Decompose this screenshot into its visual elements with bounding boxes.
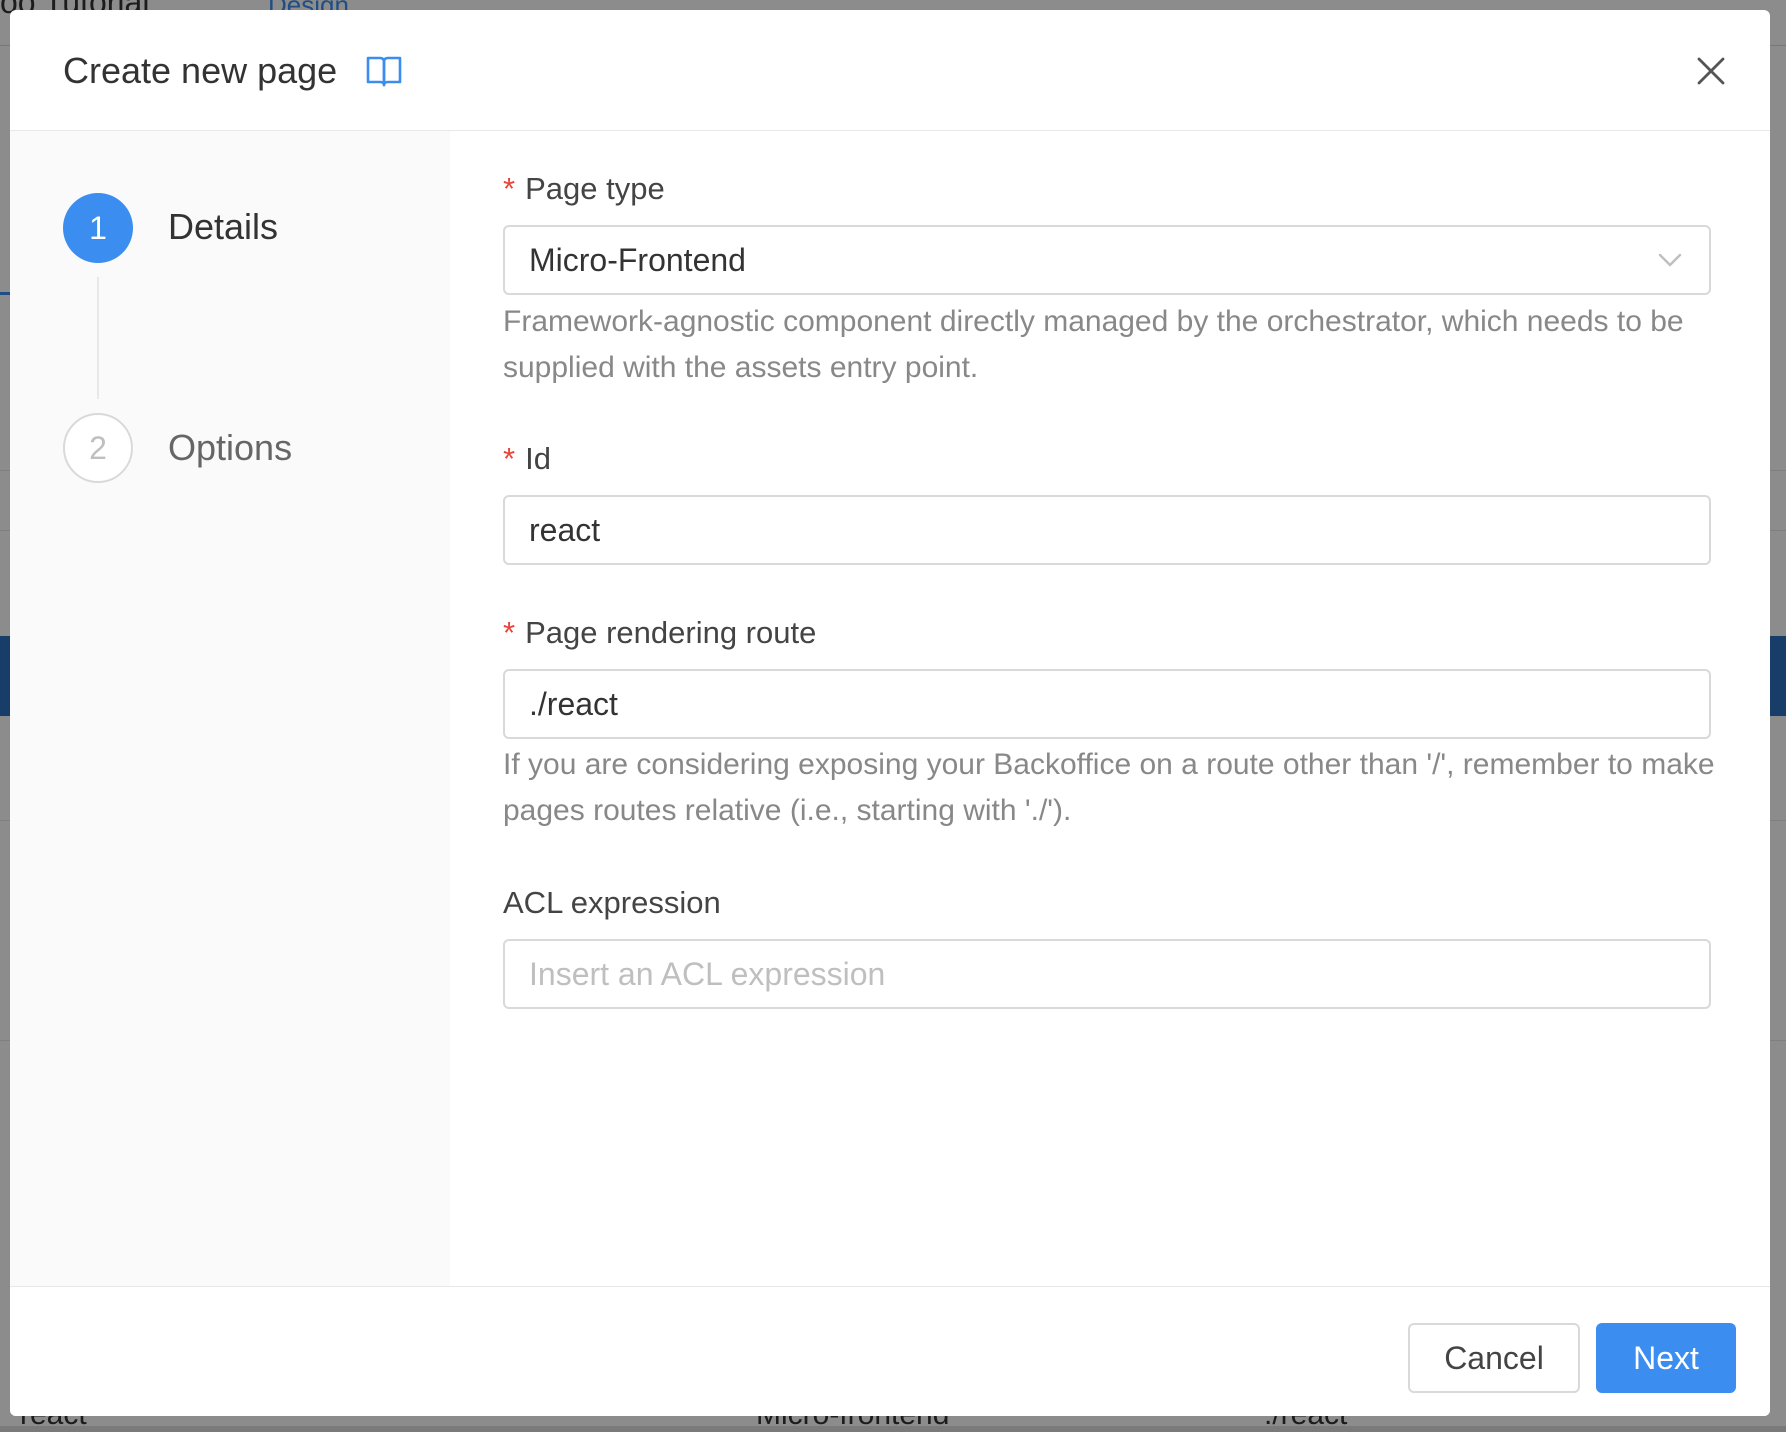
step-2-label[interactable]: Options	[168, 427, 292, 469]
book-icon[interactable]	[366, 54, 402, 88]
route-help: If you are considering exposing your Bac…	[503, 748, 1715, 827]
modal-header: Create new page	[10, 10, 1770, 131]
cancel-button[interactable]: Cancel	[1408, 1323, 1580, 1393]
route-label: * Page rendering route	[503, 615, 816, 651]
step-connector	[97, 277, 99, 399]
acl-input[interactable]: Insert an ACL expression	[503, 939, 1711, 1009]
step-1-label[interactable]: Details	[168, 206, 278, 248]
page-type-value: Micro-Frontend	[529, 241, 746, 278]
id-value: react	[529, 511, 601, 548]
chevron-down-icon	[1658, 253, 1682, 267]
id-label: * Id	[503, 441, 551, 477]
required-mark: *	[503, 441, 516, 476]
modal-title: Create new page	[63, 50, 338, 91]
required-mark: *	[503, 615, 516, 650]
route-label-text: Page rendering route	[525, 615, 817, 650]
id-label-text: Id	[525, 441, 551, 476]
steps-panel: 1 Details 2 Options	[10, 131, 450, 1286]
next-button[interactable]: Next	[1596, 1323, 1736, 1393]
id-input[interactable]: react	[503, 495, 1711, 565]
step-2-indicator[interactable]: 2	[63, 413, 133, 483]
close-icon[interactable]	[1694, 54, 1728, 88]
page-type-help: Framework-agnostic component directly ma…	[503, 305, 1684, 384]
form-area: * Page type Micro-Frontend Framework-agno…	[450, 131, 1770, 1286]
page-type-select[interactable]: Micro-Frontend	[503, 225, 1711, 295]
route-value: ./react	[529, 685, 618, 722]
create-page-modal: Create new page 1 Details 2 Options * Pag…	[10, 10, 1770, 1416]
modal-footer: Cancel Next	[10, 1286, 1770, 1416]
route-input[interactable]: ./react	[503, 669, 1711, 739]
page-type-label-text: Page type	[525, 171, 665, 206]
step-1-indicator[interactable]: 1	[63, 193, 133, 263]
acl-placeholder: Insert an ACL expression	[529, 955, 886, 992]
required-mark: *	[503, 171, 516, 206]
page-type-label: * Page type	[503, 171, 665, 207]
acl-label: ACL expression	[503, 885, 721, 920]
